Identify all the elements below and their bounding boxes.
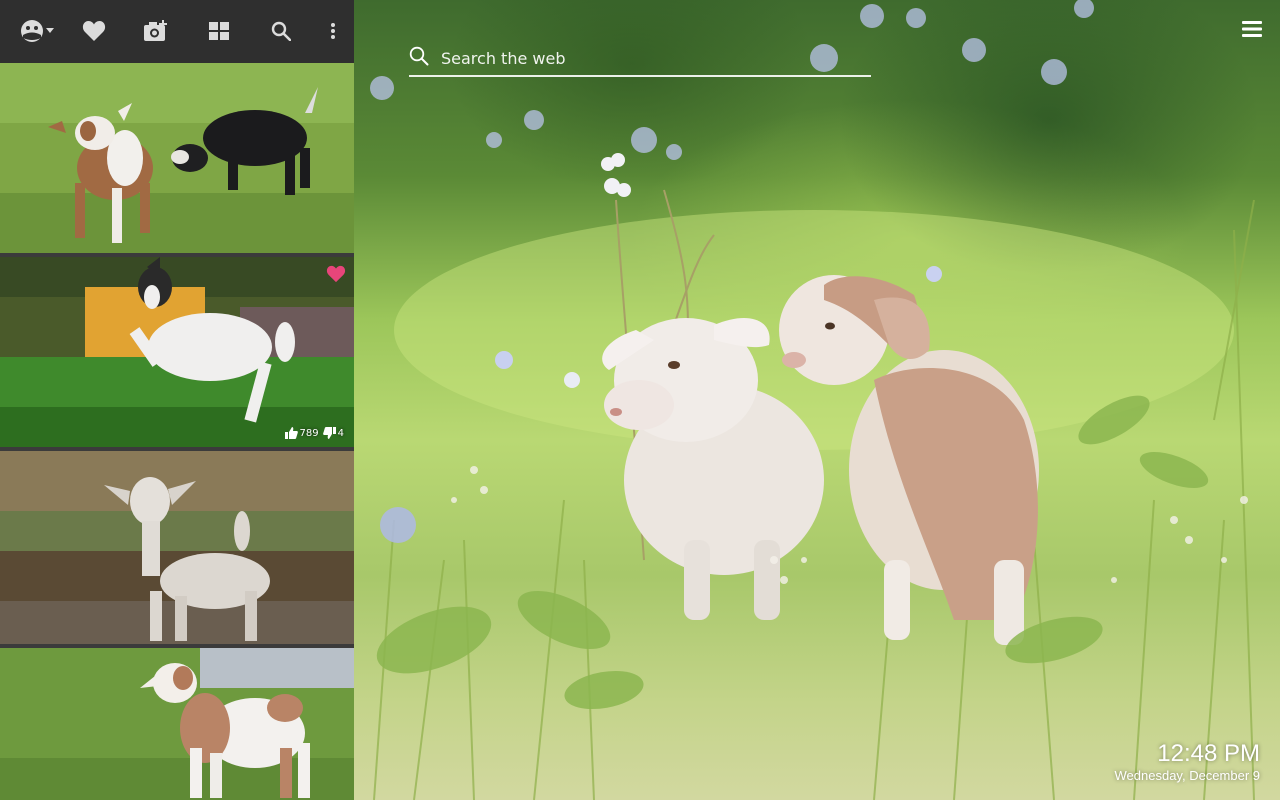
web-search-bar xyxy=(409,40,871,77)
thumbnail-3[interactable] xyxy=(0,451,354,644)
favorites-button[interactable] xyxy=(75,12,113,50)
meadow-goats-illustration xyxy=(370,0,1255,800)
thumbnail-image xyxy=(0,648,354,800)
gallery-toolbar xyxy=(0,0,354,63)
thumbnail-1[interactable] xyxy=(0,63,354,253)
grid-view-button[interactable] xyxy=(200,12,238,50)
thumbnail-4[interactable] xyxy=(0,648,354,800)
favorited-heart-icon[interactable] xyxy=(326,265,346,283)
add-photo-button[interactable] xyxy=(137,12,175,50)
like-button[interactable]: 789 xyxy=(284,427,319,439)
thumbnail-image xyxy=(0,63,354,253)
search-icon xyxy=(409,46,429,66)
gallery-panel: 789 4 xyxy=(0,0,354,800)
weather-icon xyxy=(21,20,54,42)
thumbs-down-icon xyxy=(322,427,336,439)
background-photo xyxy=(354,0,1280,800)
dislike-button[interactable]: 4 xyxy=(322,427,344,439)
grid-icon xyxy=(209,22,229,40)
dislike-count: 4 xyxy=(337,427,344,439)
web-search-input[interactable] xyxy=(439,44,868,72)
clock-time: 12:48 PM xyxy=(1157,740,1260,767)
heart-icon xyxy=(82,21,106,41)
thumbnail-image xyxy=(0,257,354,447)
add-photo-icon xyxy=(144,20,167,41)
more-vert-icon xyxy=(331,23,335,39)
main-menu-button[interactable] xyxy=(1240,17,1264,41)
like-count: 789 xyxy=(299,427,319,439)
hamburger-menu-icon xyxy=(1242,21,1262,37)
thumbnail-image xyxy=(0,451,354,644)
clock-widget: 12:48 PM Wednesday, December 9 xyxy=(1115,740,1260,784)
weather-dropdown-button[interactable] xyxy=(16,12,60,50)
thumbnail-2[interactable]: 789 4 xyxy=(0,257,354,447)
thumbs-up-icon xyxy=(284,427,298,439)
vote-bar: 789 4 xyxy=(284,427,344,439)
gallery-search-button[interactable] xyxy=(262,12,300,50)
clock-date: Wednesday, December 9 xyxy=(1114,768,1260,783)
more-options-button[interactable] xyxy=(314,12,352,50)
search-icon xyxy=(271,21,291,41)
